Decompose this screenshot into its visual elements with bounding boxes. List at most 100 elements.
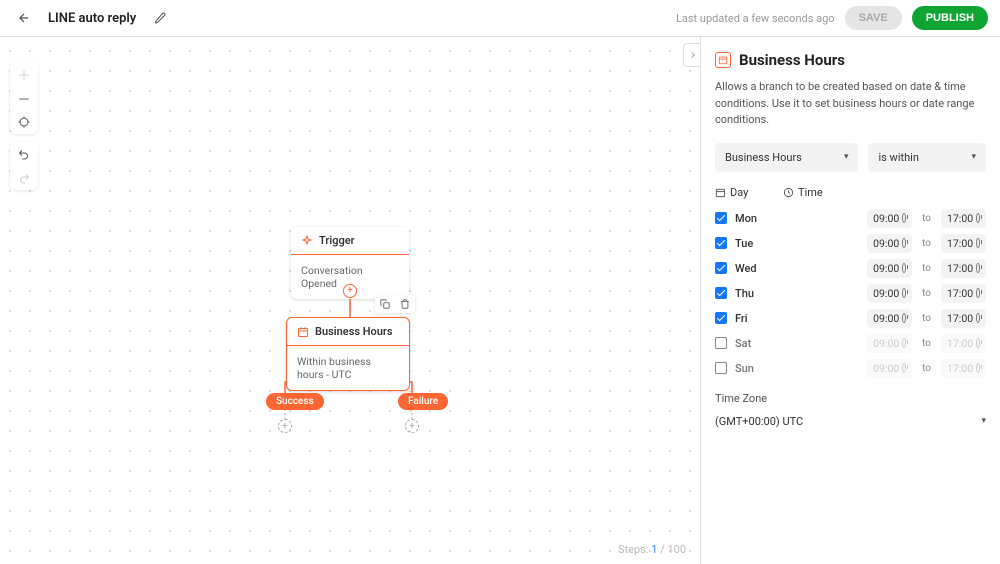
copy-icon: [380, 299, 390, 309]
clock-icon: [976, 238, 980, 248]
time-to-input[interactable]: 17:00: [941, 284, 986, 303]
timezone-select[interactable]: (GMT+00:00) UTC ▾: [715, 411, 986, 432]
trigger-header: Trigger: [291, 227, 409, 255]
condition-operator-select[interactable]: is within ▾: [868, 143, 986, 172]
redo-button[interactable]: [10, 166, 38, 190]
clock-icon: [976, 338, 980, 348]
day-checkbox[interactable]: [715, 312, 727, 324]
day-row: Mon 09:00 to 17:00: [715, 209, 986, 228]
time-from-value: 09:00: [873, 337, 899, 350]
steps-counter: Steps: 1 / 100: [618, 543, 686, 556]
clock-icon: [902, 338, 906, 348]
day-time-header: Day Time: [715, 186, 986, 199]
condition-type-value: Business Hours: [725, 151, 802, 164]
calendar-small-icon: [715, 187, 726, 198]
day-row: Fri 09:00 to 17:00: [715, 309, 986, 328]
day-row: Sat 09:00 to 17:00: [715, 334, 986, 353]
timezone-value: (GMT+00:00) UTC: [715, 415, 803, 428]
pencil-icon: [154, 12, 166, 24]
save-button[interactable]: SAVE: [845, 6, 902, 30]
time-from-input[interactable]: 09:00: [867, 359, 912, 378]
trash-icon: [400, 299, 410, 309]
panel-description: Allows a branch to be created based on d…: [715, 79, 986, 129]
clock-icon: [976, 263, 980, 273]
time-from-input[interactable]: 09:00: [867, 334, 912, 353]
calendar-icon: [715, 52, 731, 68]
steps-prefix: Steps:: [618, 543, 648, 556]
clock-icon: [902, 213, 906, 223]
copy-node-button[interactable]: [375, 295, 395, 313]
clock-icon: [902, 363, 906, 373]
day-row: Sun 09:00 to 17:00: [715, 359, 986, 378]
undo-button[interactable]: [10, 142, 38, 166]
time-from-input[interactable]: 09:00: [867, 309, 912, 328]
steps-max: 100: [667, 543, 686, 556]
collapse-panel-button[interactable]: [683, 43, 700, 67]
chevron-down-icon: ▾: [844, 152, 849, 162]
time-to-input[interactable]: 17:00: [941, 309, 986, 328]
condition-operator-value: is within: [878, 151, 918, 164]
day-checkbox[interactable]: [715, 262, 727, 274]
add-step-button[interactable]: +: [343, 284, 357, 298]
time-from-input[interactable]: 09:00: [867, 234, 912, 253]
time-to-value: 17:00: [947, 312, 973, 325]
chevron-down-icon: ▾: [971, 152, 976, 162]
time-to-input[interactable]: 17:00: [941, 209, 986, 228]
fit-view-button[interactable]: [10, 110, 38, 134]
panel-title: Business Hours: [715, 51, 986, 69]
clock-icon: [902, 238, 906, 248]
day-checkbox[interactable]: [715, 212, 727, 224]
day-row: Tue 09:00 to 17:00: [715, 234, 986, 253]
target-icon: [18, 116, 30, 128]
time-to-value: 17:00: [947, 237, 973, 250]
bh-title: Business Hours: [315, 325, 393, 338]
condition-type-select[interactable]: Business Hours ▾: [715, 143, 858, 172]
day-label: Fri: [735, 312, 775, 325]
zoom-in-button[interactable]: ＋: [10, 62, 38, 86]
add-success-step[interactable]: +: [278, 419, 292, 433]
flow-canvas[interactable]: ＋ －: [0, 37, 700, 564]
delete-node-button[interactable]: [395, 295, 415, 313]
undo-icon: [18, 148, 30, 160]
last-updated-text: Last updated a few seconds ago: [676, 12, 835, 25]
time-to-input[interactable]: 17:00: [941, 259, 986, 278]
day-checkbox[interactable]: [715, 337, 727, 349]
clock-icon: [976, 313, 980, 323]
header-right: Last updated a few seconds ago SAVE PUBL…: [676, 6, 988, 30]
trigger-title: Trigger: [319, 234, 355, 247]
clock-icon: [783, 187, 794, 198]
sparkle-icon: [301, 235, 313, 247]
day-label: Thu: [735, 287, 775, 300]
time-to-input[interactable]: 17:00: [941, 334, 986, 353]
success-branch-pill[interactable]: Success: [266, 393, 324, 410]
time-from-input[interactable]: 09:00: [867, 259, 912, 278]
canvas-background: [0, 37, 700, 564]
day-checkbox[interactable]: [715, 362, 727, 374]
time-from-input[interactable]: 09:00: [867, 209, 912, 228]
time-to-input[interactable]: 17:00: [941, 359, 986, 378]
day-checkbox[interactable]: [715, 237, 727, 249]
publish-button[interactable]: PUBLISH: [912, 6, 988, 30]
panel-title-text: Business Hours: [739, 51, 845, 69]
day-checkbox[interactable]: [715, 287, 727, 299]
time-header-label: Time: [798, 186, 823, 199]
to-label: to: [922, 363, 931, 374]
app-header: LINE auto reply Last updated a few secon…: [0, 0, 1000, 37]
clock-icon: [902, 313, 906, 323]
time-to-value: 17:00: [947, 287, 973, 300]
workflow-title: LINE auto reply: [48, 11, 136, 26]
add-failure-step[interactable]: +: [405, 419, 419, 433]
day-header-label: Day: [730, 186, 748, 199]
back-button[interactable]: [12, 6, 36, 30]
edit-title-button[interactable]: [148, 6, 172, 30]
time-to-input[interactable]: 17:00: [941, 234, 986, 253]
failure-branch-pill[interactable]: Failure: [398, 393, 448, 410]
business-hours-node[interactable]: Business Hours Within business hours - U…: [286, 317, 410, 391]
zoom-out-button[interactable]: －: [10, 86, 38, 110]
config-panel: Business Hours Allows a branch to be cre…: [700, 37, 1000, 564]
time-from-value: 09:00: [873, 362, 899, 375]
to-label: to: [922, 238, 931, 249]
day-label: Sun: [735, 362, 775, 375]
day-label: Wed: [735, 262, 775, 275]
time-from-input[interactable]: 09:00: [867, 284, 912, 303]
